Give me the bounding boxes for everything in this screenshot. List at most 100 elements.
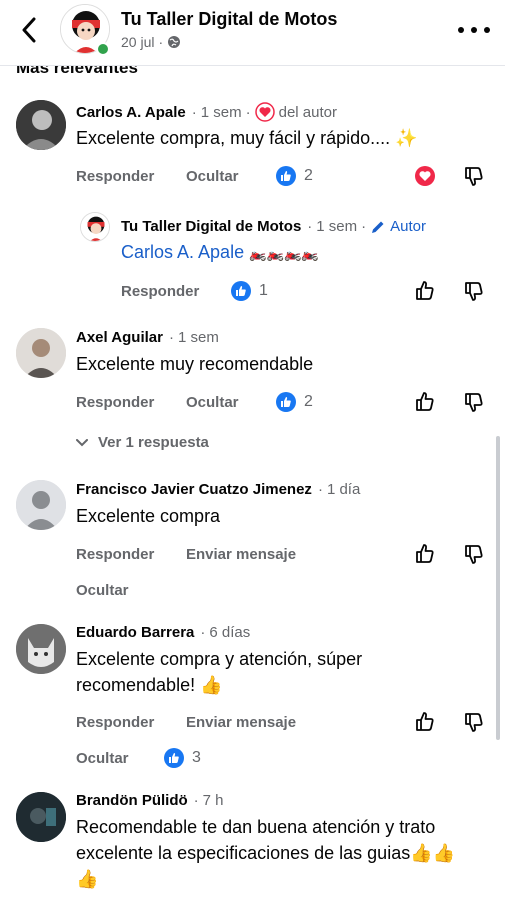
comment-header: Eduardo Barrera · 6 días <box>76 624 251 641</box>
avatar[interactable] <box>80 212 110 242</box>
like-badge-icon <box>276 166 296 186</box>
comment-text: Excelente compra, muy fácil y rápido....… <box>76 128 418 148</box>
reply-button[interactable]: Responder <box>76 546 154 563</box>
hide-button[interactable]: Ocultar <box>76 750 129 767</box>
globe-icon <box>168 36 181 48</box>
back-button[interactable] <box>14 14 44 46</box>
commenter-name[interactable]: Carlos A. Apale <box>76 104 186 121</box>
comment-header: Axel Aguilar · 1 sem <box>76 329 219 346</box>
comment-text: Excelente muy recomendable <box>76 354 314 374</box>
user-photo-icon <box>16 100 66 150</box>
default-user-icon <box>16 480 66 530</box>
reply-button[interactable]: Responder <box>76 394 154 411</box>
reply-text: Carlos A. Apale 🏍️🏍️🏍️🏍️ <box>121 239 319 266</box>
comment-header: Francisco Javier Cuatzo Jimenez · 1 día <box>76 481 361 498</box>
dislike-button[interactable] <box>462 542 486 566</box>
thumbs-up-icon <box>416 281 434 300</box>
commenter-name[interactable]: Axel Aguilar <box>76 329 163 346</box>
comment-header: Carlos A. Apale · 1 sem · del autor <box>76 102 337 122</box>
chevron-down-icon <box>76 438 88 446</box>
dot-icon <box>484 27 490 33</box>
post-meta: 20 jul · <box>121 34 181 50</box>
online-status-icon <box>96 42 110 56</box>
user-photo-icon <box>16 328 66 378</box>
commenter-name[interactable]: Francisco Javier Cuatzo Jimenez <box>76 481 312 498</box>
view-replies-label: Ver 1 respuesta <box>98 434 209 451</box>
thumbs-down-icon <box>465 393 483 412</box>
author-badge: Autor <box>390 218 427 235</box>
dot-icon <box>471 27 477 33</box>
comment-text-line-1: Excelente compra y atención, súper <box>76 649 363 669</box>
like-button[interactable] <box>413 279 437 303</box>
comment-header: Brandön Pülidö · 7 h <box>76 792 224 809</box>
comment-time: 1 sem <box>200 103 242 121</box>
like-button[interactable] <box>413 542 437 566</box>
like-count: 3 <box>164 748 201 768</box>
like-count-value: 2 <box>304 393 313 410</box>
dislike-button[interactable] <box>462 279 486 303</box>
avatar[interactable] <box>16 100 66 150</box>
commenter-name[interactable]: Brandön Pülidö <box>76 792 188 809</box>
thumbs-up-icon <box>416 544 434 563</box>
like-button[interactable] <box>413 710 437 734</box>
avatar[interactable] <box>16 624 66 674</box>
heart-reaction-button[interactable] <box>413 164 437 188</box>
commenter-name[interactable]: Tu Taller Digital de Motos <box>121 218 301 235</box>
scrollbar[interactable] <box>496 436 500 740</box>
thumbs-down-icon <box>465 282 483 301</box>
avatar[interactable] <box>16 328 66 378</box>
hide-button[interactable]: Ocultar <box>186 168 239 185</box>
thumbs-down-icon <box>465 545 483 564</box>
view-replies-button[interactable]: Ver 1 respuesta <box>76 434 209 451</box>
mention-link[interactable]: Carlos A. Apale <box>121 242 244 262</box>
mascot-icon <box>81 213 109 241</box>
hide-button[interactable]: Ocultar <box>186 394 239 411</box>
like-button[interactable] <box>413 390 437 414</box>
like-count-value: 2 <box>304 167 313 184</box>
motorcycle-emojis: 🏍️🏍️🏍️🏍️ <box>249 245 319 261</box>
comment-text-line-3: 👍 <box>76 869 99 889</box>
dislike-button[interactable] <box>462 390 486 414</box>
comment-time: 1 sem <box>316 218 358 235</box>
thumbs-up-icon <box>416 392 434 411</box>
like-count-value: 1 <box>259 282 268 299</box>
avatar[interactable] <box>16 480 66 530</box>
avatar[interactable] <box>16 792 66 842</box>
commenter-name[interactable]: Eduardo Barrera <box>76 624 194 641</box>
comment-text: Excelente compra <box>76 506 221 526</box>
thumbs-up-icon <box>416 712 434 731</box>
send-message-button[interactable]: Enviar mensaje <box>186 714 296 731</box>
comment-text-line-2: excelente la especificaciones de las gui… <box>76 843 456 863</box>
thumbs-down-icon <box>465 713 483 732</box>
like-count: 2 <box>276 392 313 412</box>
comment-time: 7 h <box>202 792 224 809</box>
comment-time: 1 día <box>326 481 361 498</box>
cat-photo-icon <box>16 624 66 674</box>
like-badge-icon <box>276 392 296 412</box>
pencil-icon <box>372 221 384 233</box>
dislike-button[interactable] <box>462 710 486 734</box>
dislike-button[interactable] <box>462 164 486 188</box>
comment-time: 6 días <box>209 624 251 641</box>
user-photo-icon <box>16 792 66 842</box>
author-heart-label: del autor <box>278 103 337 121</box>
hide-button[interactable]: Ocultar <box>76 582 129 599</box>
like-count: 2 <box>276 166 313 186</box>
more-options-button[interactable] <box>458 22 490 38</box>
reply-button[interactable]: Responder <box>76 168 154 185</box>
page-title[interactable]: Tu Taller Digital de Motos <box>121 9 337 30</box>
comment-text-line-2: recomendable! 👍 <box>76 675 223 695</box>
reply-header: Tu Taller Digital de Motos · 1 sem · Aut… <box>121 218 427 235</box>
heart-icon <box>415 166 435 186</box>
like-badge-icon <box>231 281 251 301</box>
reply-button[interactable]: Responder <box>121 283 199 300</box>
dot-icon <box>458 27 464 33</box>
like-badge-icon <box>164 748 184 768</box>
heart-circle-icon <box>254 102 275 122</box>
chevron-left-icon <box>22 17 36 43</box>
thumbs-down-icon <box>465 167 483 186</box>
reply-button[interactable]: Responder <box>76 714 154 731</box>
send-message-button[interactable]: Enviar mensaje <box>186 546 296 563</box>
comment-text-line-1: Recomendable te dan buena atención y tra… <box>76 817 436 837</box>
post-date[interactable]: 20 jul <box>121 34 154 50</box>
